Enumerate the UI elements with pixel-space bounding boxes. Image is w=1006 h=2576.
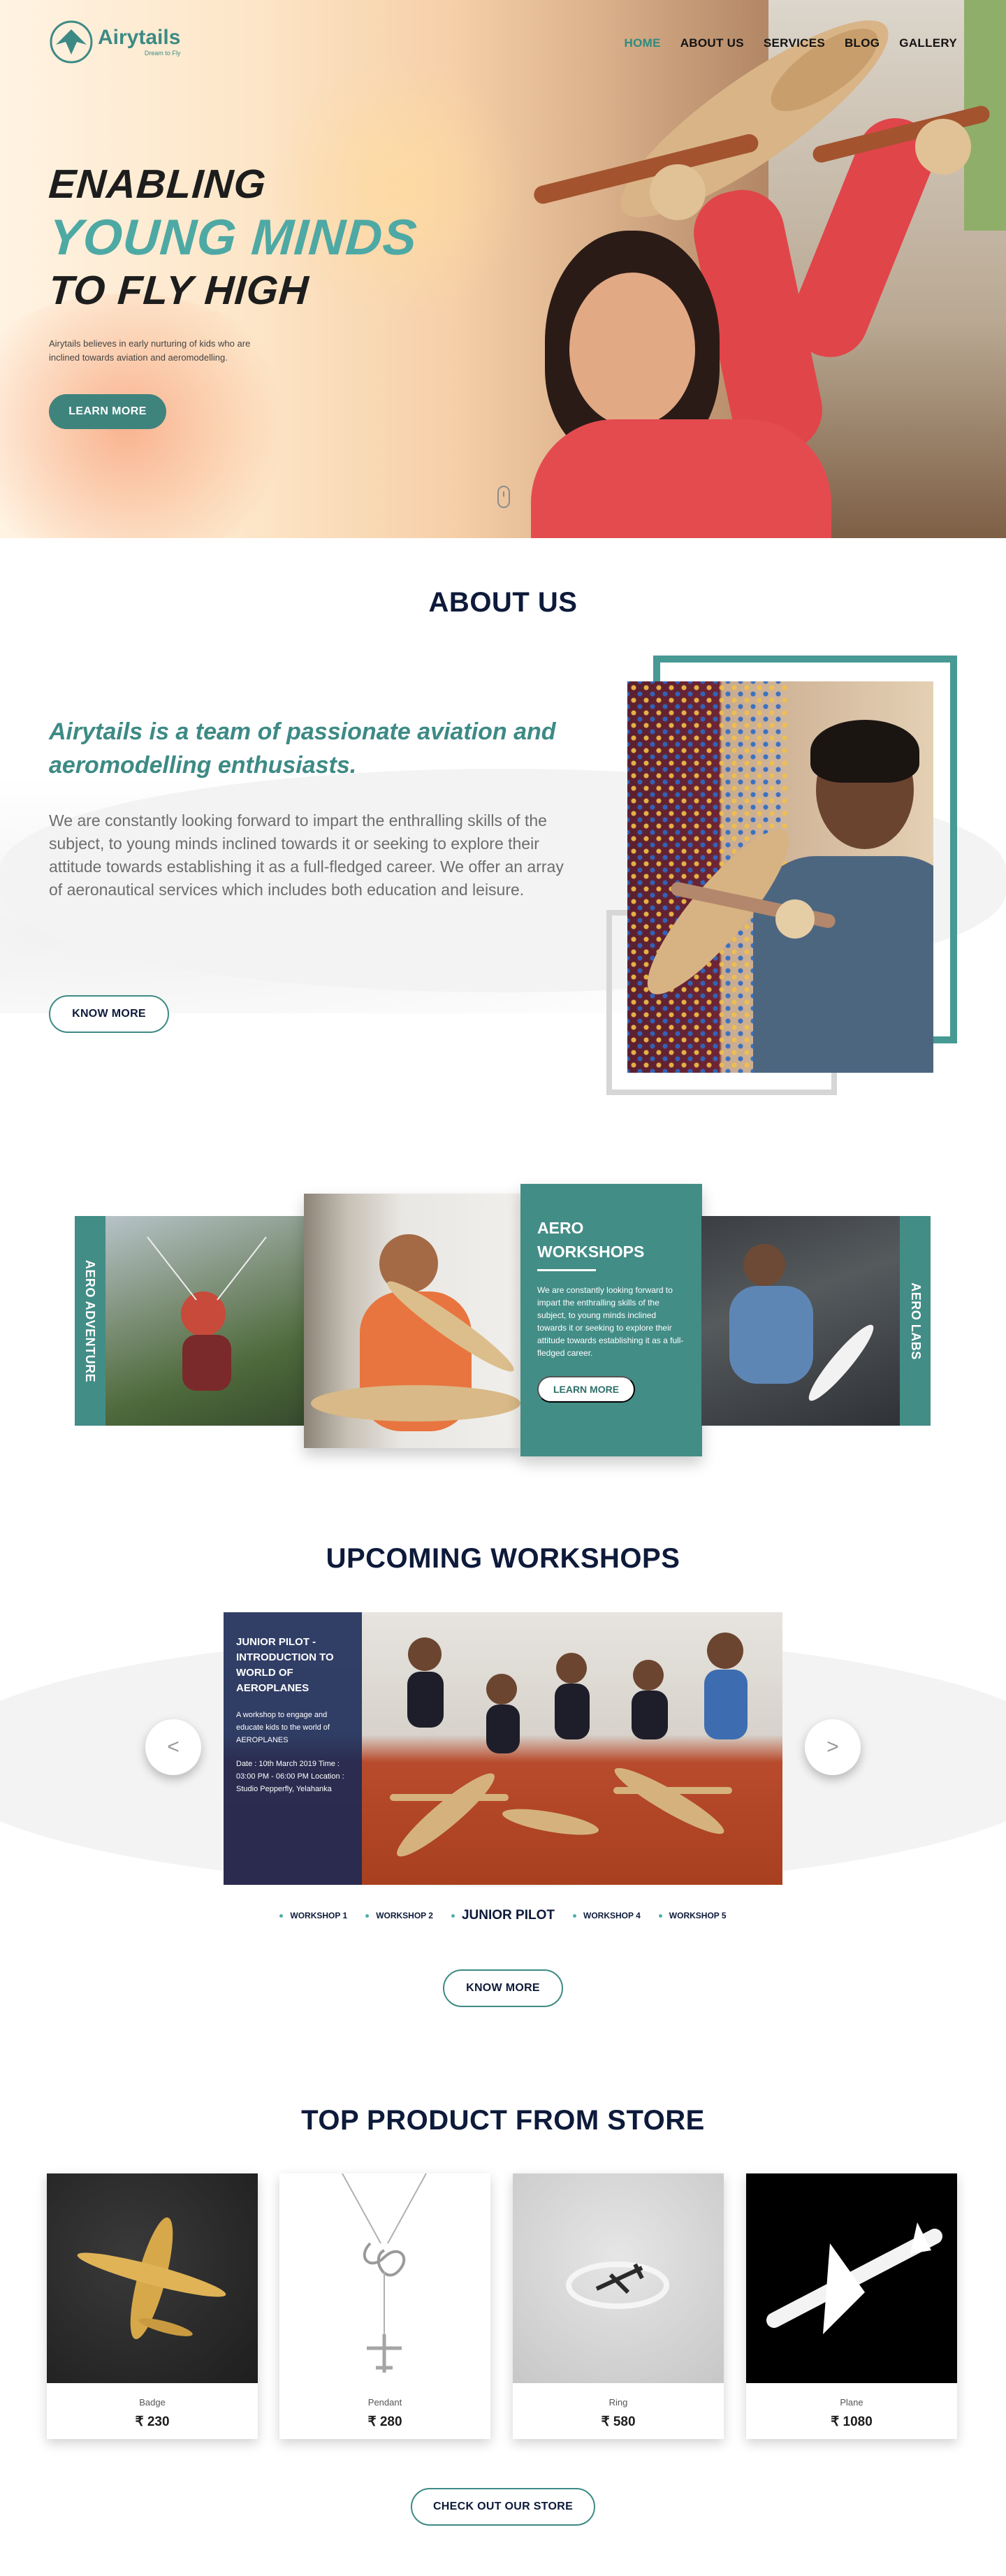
hero-headline-line1: ENABLING: [47, 161, 268, 207]
product-card-ring[interactable]: Ring ₹ 580: [513, 2173, 724, 2439]
workshop-tab-label: JUNIOR PILOT: [461, 1908, 555, 1923]
product-name: Plane: [840, 2397, 863, 2408]
about-boy-image: [627, 681, 933, 1073]
brand-logo[interactable]: Airytails Dream to Fly: [49, 20, 180, 64]
about-know-more-button[interactable]: KNOW MORE: [49, 995, 169, 1033]
aero-workshops-divider: [537, 1269, 596, 1271]
bullet-icon: [573, 1913, 576, 1918]
learn-more-button[interactable]: LEARN MORE: [49, 394, 166, 429]
check-out-store-button[interactable]: CHECK OUT OUR STORE: [411, 2488, 595, 2526]
nav-about-us[interactable]: ABOUT US: [680, 36, 744, 50]
hero-girl-image: [531, 106, 946, 538]
hero-headline: ENABLING YOUNG MINDS TO FLY HIGH: [47, 159, 419, 316]
workshop-slide-description: A workshop to engage and educate kids to…: [236, 1711, 330, 1744]
nav-gallery[interactable]: GALLERY: [899, 36, 957, 50]
brand-name: Airytails: [98, 26, 181, 49]
nav-services[interactable]: SERVICES: [764, 36, 825, 50]
hero-description: Airytails believes in early nurturing of…: [49, 338, 251, 363]
workshop-tab-2[interactable]: WORKSHOP 2: [365, 1911, 433, 1920]
workshop-tab-label: WORKSHOP 2: [376, 1911, 433, 1920]
hero-headline-line3: TO FLY HIGH: [47, 268, 311, 313]
main-nav: HOME ABOUT US SERVICES BLOG GALLERY: [625, 36, 957, 50]
scroll-mouse-icon[interactable]: [497, 486, 510, 508]
workshop-tab-1[interactable]: WORKSHOP 1: [279, 1911, 347, 1920]
workshop-info-panel: JUNIOR PILOT - INTRODUCTION TO WORLD OF …: [224, 1612, 362, 1885]
chevron-right-icon: >: [826, 1735, 839, 1758]
product-price: ₹ 580: [601, 2415, 636, 2429]
hero-banner: Airytails Dream to Fly HOME ABOUT US SER…: [0, 0, 1006, 538]
nav-blog[interactable]: BLOG: [845, 36, 880, 50]
brand-tagline: Dream to Fly: [144, 50, 181, 57]
carousel-next-button[interactable]: >: [805, 1719, 861, 1775]
about-title: ABOUT US: [428, 587, 578, 618]
workshops-know-more-button[interactable]: KNOW MORE: [443, 1969, 563, 2007]
workshop-slide-title: JUNIOR PILOT - INTRODUCTION TO WORLD OF …: [236, 1636, 334, 1694]
product-image-pendant: [279, 2173, 490, 2383]
aero-adventure-label: AERO ADVENTURE: [83, 1259, 98, 1382]
product-image-badge: [47, 2173, 258, 2383]
product-image-plane: [746, 2173, 957, 2383]
workshop-tab-label: WORKSHOP 1: [290, 1911, 348, 1920]
product-card-pendant[interactable]: Pendant ₹ 280: [279, 2173, 490, 2439]
bullet-icon: [658, 1913, 662, 1918]
product-image-ring: [513, 2173, 724, 2383]
nav-home[interactable]: HOME: [625, 36, 661, 50]
hero-headline-line2: YOUNG MINDS: [47, 210, 419, 266]
workshop-kids-image: [390, 1633, 748, 1857]
chevron-left-icon: <: [167, 1735, 180, 1758]
workshop-tab-label: WORKSHOP 4: [583, 1911, 641, 1920]
product-price: ₹ 280: [367, 2415, 402, 2429]
service-aero-labs[interactable]: AERO LABS: [701, 1216, 931, 1426]
aero-workshops-learn-more-button[interactable]: LEARN MORE: [537, 1376, 635, 1403]
about-body: We are constantly looking forward to imp…: [49, 811, 564, 899]
product-card-plane[interactable]: Plane ₹ 1080: [746, 2173, 957, 2439]
aero-workshops-description: We are constantly looking forward to imp…: [537, 1285, 684, 1358]
bullet-icon: [279, 1913, 284, 1918]
workshops-title: UPCOMING WORKSHOPS: [326, 1543, 680, 1574]
aero-labs-image: [701, 1216, 900, 1426]
workshop-tab-4[interactable]: WORKSHOP 4: [573, 1911, 641, 1920]
service-aero-adventure[interactable]: AERO ADVENTURE: [75, 1216, 305, 1426]
workshop-tabs: WORKSHOP 1 WORKSHOP 2 JUNIOR PILOT WORKS…: [0, 1908, 1006, 1923]
bullet-icon: [451, 1913, 455, 1918]
product-price: ₹ 230: [135, 2415, 170, 2429]
carousel-prev-button[interactable]: <: [145, 1719, 201, 1775]
aero-workshops-title: AERO WORKSHOPS: [537, 1219, 645, 1261]
product-name: Badge: [139, 2397, 166, 2408]
workshop-tab-junior-pilot[interactable]: JUNIOR PILOT: [451, 1908, 555, 1923]
aero-adventure-label-wrap: AERO ADVENTURE: [75, 1216, 105, 1426]
aero-adventure-image: [105, 1216, 305, 1426]
aero-labs-label-wrap: AERO LABS: [900, 1216, 931, 1426]
workshop-tab-5[interactable]: WORKSHOP 5: [658, 1911, 727, 1920]
product-price: ₹ 1080: [831, 2415, 873, 2429]
workshop-slide-meta: Date : 10th March 2019 Time : 03:00 PM -…: [236, 1760, 344, 1793]
store-title: TOP PRODUCT FROM STORE: [301, 2105, 705, 2136]
product-name: Ring: [608, 2397, 628, 2408]
aero-workshops-card: AERO WORKSHOPS We are constantly looking…: [520, 1184, 702, 1456]
airplane-logo-icon: [50, 20, 93, 64]
product-name: Pendant: [367, 2397, 402, 2408]
workshop-tab-label: WORKSHOP 5: [669, 1911, 727, 1920]
workshop-slide: JUNIOR PILOT - INTRODUCTION TO WORLD OF …: [224, 1612, 782, 1885]
aero-workshops-image: [304, 1194, 522, 1448]
product-card-badge[interactable]: Badge ₹ 230: [47, 2173, 258, 2439]
aero-labs-label: AERO LABS: [908, 1282, 923, 1360]
bullet-icon: [365, 1913, 370, 1918]
about-lead: Airytails is a team of passionate aviati…: [49, 718, 556, 779]
